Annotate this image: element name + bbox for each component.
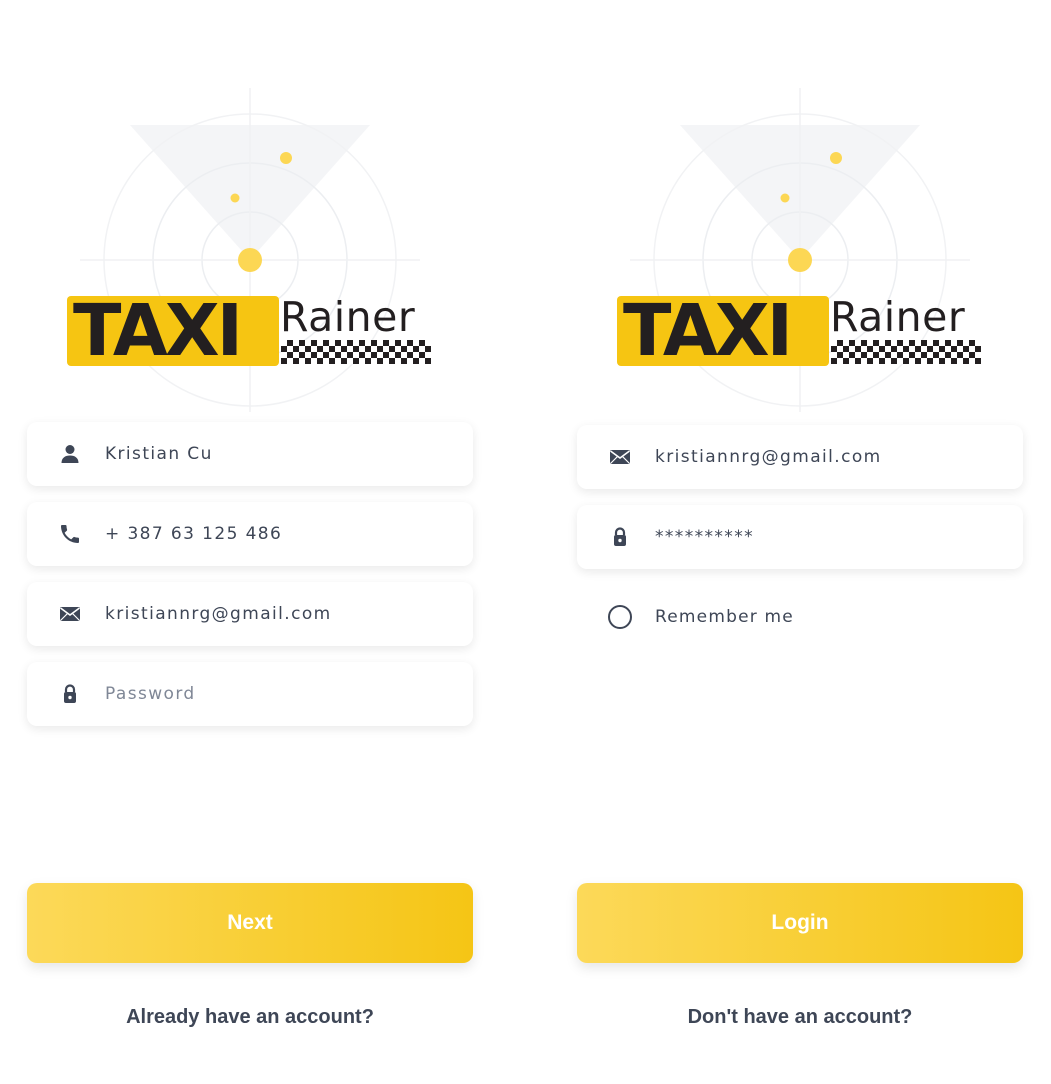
phone-icon (58, 522, 82, 546)
login-button[interactable]: Login (577, 883, 1023, 963)
logo-checker-pattern (831, 340, 981, 364)
remember-me-option[interactable]: Remember me (577, 592, 1023, 642)
logo-rainer-text: Rainer (280, 293, 416, 341)
next-button[interactable]: Next (27, 883, 473, 963)
logo-checker-pattern (281, 340, 431, 364)
login-screen: TAXI Rainer kristiannrg@gmail.com ******… (550, 0, 1050, 1084)
logo-rainer-text: Rainer (830, 293, 966, 341)
email-value: kristiannrg@gmail.com (105, 604, 332, 624)
dont-have-account-link[interactable]: Don't have an account? (550, 1000, 1050, 1034)
radar-graphic (630, 88, 970, 412)
password-value: ********** (655, 527, 754, 547)
already-have-account-link[interactable]: Already have an account? (0, 1000, 500, 1034)
email-value: kristiannrg@gmail.com (655, 447, 882, 467)
logo-taxi-text: TAXI (67, 296, 279, 366)
name-value: Kristian Cu (105, 444, 213, 464)
taxi-rainer-logo: TAXI Rainer (67, 293, 433, 368)
lock-icon (58, 682, 82, 706)
phone-field[interactable]: + 387 63 125 486 (27, 502, 473, 566)
remember-me-label: Remember me (655, 607, 794, 627)
signup-screen: TAXI Rainer Kristian Cu + 387 63 125 486… (0, 0, 500, 1084)
lock-icon (608, 525, 632, 549)
password-placeholder: Password (105, 684, 196, 704)
user-icon (58, 442, 82, 466)
radar-graphic (80, 88, 420, 412)
mail-icon (608, 445, 632, 469)
logo-taxi-text: TAXI (617, 296, 829, 366)
taxi-rainer-logo: TAXI Rainer (617, 293, 983, 368)
name-field[interactable]: Kristian Cu (27, 422, 473, 486)
password-field[interactable]: Password (27, 662, 473, 726)
phone-value: + 387 63 125 486 (105, 524, 283, 544)
email-field[interactable]: kristiannrg@gmail.com (577, 425, 1023, 489)
email-field[interactable]: kristiannrg@gmail.com (27, 582, 473, 646)
password-field[interactable]: ********** (577, 505, 1023, 569)
remember-me-radio[interactable] (608, 605, 632, 629)
mail-icon (58, 602, 82, 626)
